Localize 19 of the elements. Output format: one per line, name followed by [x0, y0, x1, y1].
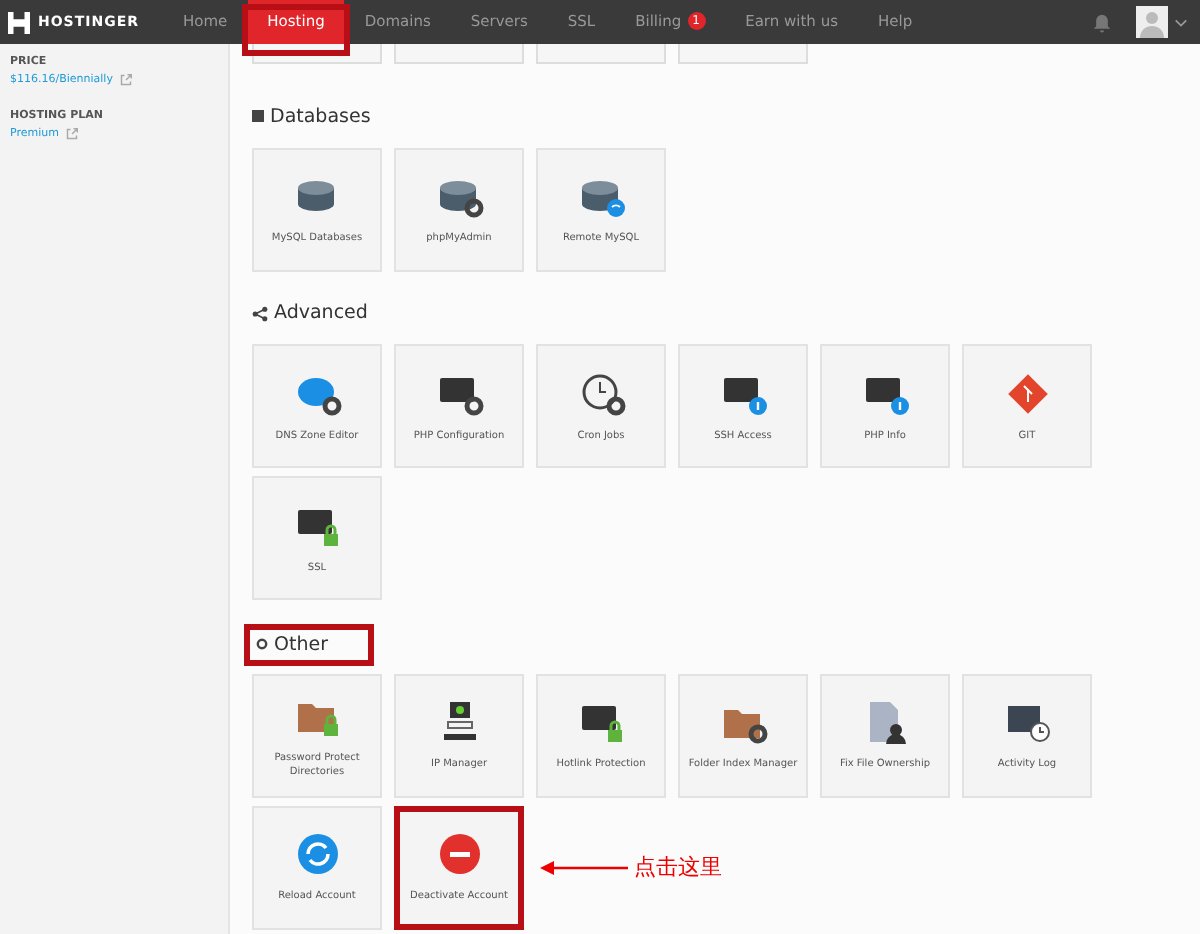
gear-icon — [256, 638, 268, 650]
share-icon — [252, 305, 268, 321]
reload-icon — [293, 830, 341, 879]
database-icon — [252, 110, 264, 122]
section-title: Advanced — [274, 302, 368, 324]
tile-stub — [394, 44, 524, 64]
logo-icon — [8, 11, 30, 33]
bell-icon[interactable] — [1092, 11, 1112, 33]
section-title: Databases — [270, 105, 371, 127]
external-link-icon — [66, 128, 79, 140]
section-title: Other — [274, 633, 328, 655]
clock-gear-icon — [577, 369, 625, 418]
tile-stub — [536, 44, 666, 64]
callout-text: 点击这里 — [634, 852, 722, 882]
tile-stub — [678, 44, 808, 64]
minus-circle-icon — [435, 830, 483, 879]
arrow — [540, 859, 628, 875]
caret-icon[interactable] — [1174, 17, 1188, 27]
external-link-icon — [120, 74, 133, 86]
